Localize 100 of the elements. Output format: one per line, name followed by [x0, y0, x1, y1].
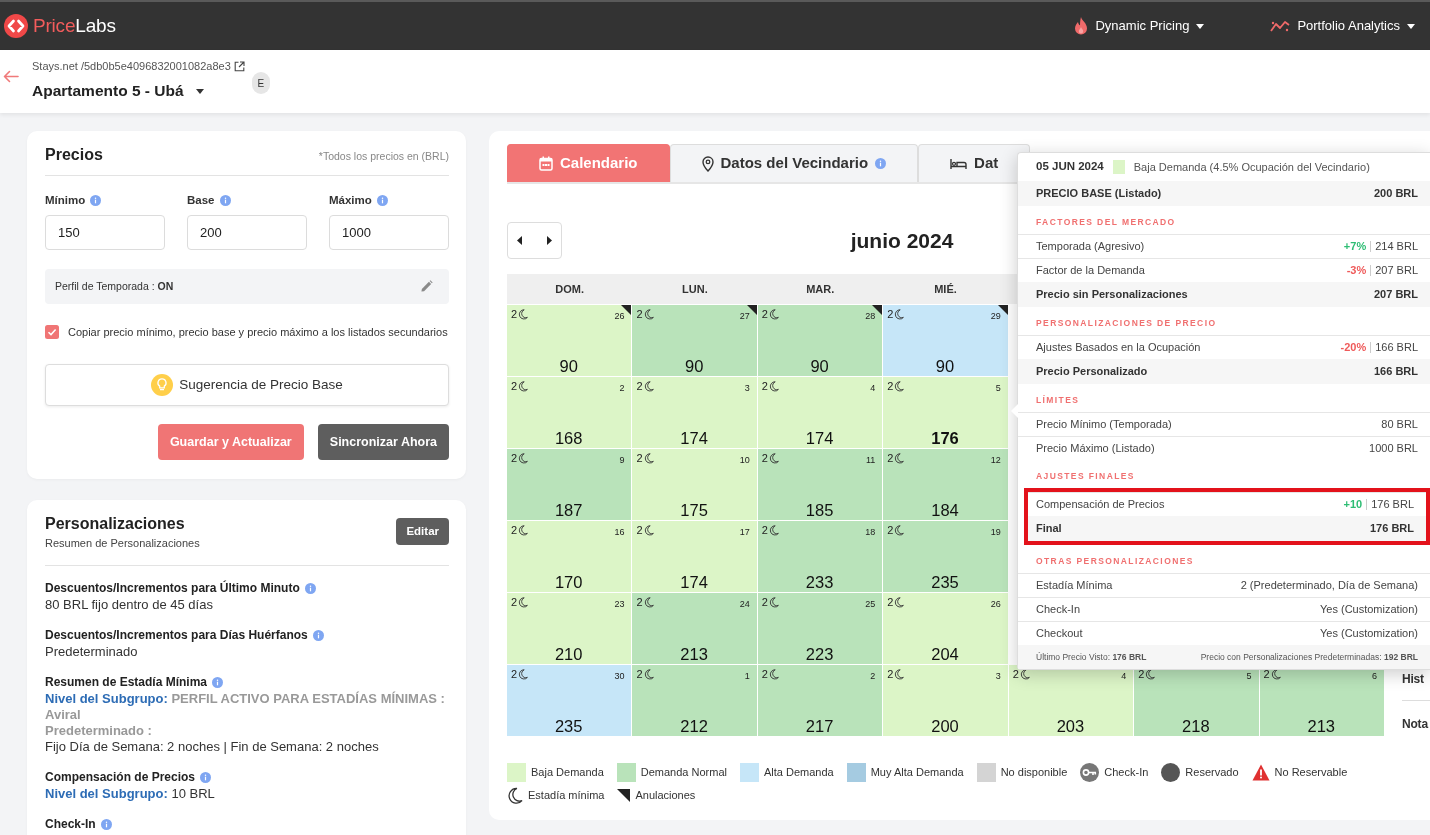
calendar-day-cell[interactable]: 2 3 174 [632, 377, 757, 448]
back-arrow-icon[interactable] [3, 70, 19, 83]
min-stay-label: 2 [636, 308, 643, 321]
setting-value: Nivel del Subgrupo: 10 BRL [45, 786, 216, 802]
moon-icon [643, 309, 654, 320]
caret-icon [1407, 23, 1415, 29]
listing-badge: E [251, 72, 270, 94]
base-price-suggestion-button[interactable]: Sugerencia de Precio Base [45, 364, 449, 406]
min-stay-label: 2 [887, 524, 894, 537]
listing-dropdown[interactable]: Apartamento 5 - Ubá [32, 81, 204, 101]
calendar-day-cell[interactable]: 2 29 90 [883, 305, 1008, 376]
row-label: PRECIO BASE (Listado) [1036, 186, 1162, 202]
calendar-day-cell[interactable]: 2 1 212 [632, 665, 757, 736]
min-stay-label: 2 [1263, 668, 1270, 681]
price-input[interactable]: 150 [45, 215, 165, 250]
calendar-day-cell[interactable]: 2 4 174 [757, 377, 883, 448]
calendar-day-cell[interactable]: 2 3 200 [883, 665, 1008, 736]
legend-label: Alta Demanda [764, 765, 834, 781]
row-label: Factor de la Demanda [1036, 263, 1145, 279]
calendar-day-cell[interactable]: 2 16 170 [507, 521, 632, 592]
row-value: Yes (Customization) [1319, 602, 1418, 618]
day-price: 210 [554, 645, 583, 664]
price-input[interactable]: 200 [187, 215, 307, 250]
moon-icon [643, 597, 654, 608]
tab[interactable]: Datos del Vecindario [669, 144, 919, 182]
calendar-day-cell[interactable]: 2 25 223 [757, 593, 883, 664]
day-price: 187 [554, 501, 583, 520]
setting-title: Descuentos/Incrementos para Días Huérfanos [45, 628, 308, 642]
day-price: 218 [1182, 717, 1210, 736]
demand-label: Baja Demanda (4.5% Ocupación del Vecindario) [1133, 159, 1370, 175]
moon-icon [1145, 669, 1156, 680]
pencil-icon[interactable] [420, 280, 433, 293]
day-number: 4 [870, 383, 876, 394]
calendar-day-cell[interactable]: 2 5 176 [883, 377, 1008, 448]
calendar-day-cell[interactable]: 2 24 213 [632, 593, 757, 664]
moon-icon [518, 525, 529, 536]
card-title: Personalizaciones [45, 514, 186, 534]
calendar-day-cell[interactable]: 2 26 90 [507, 305, 632, 376]
day-price: 90 [559, 357, 578, 376]
nav-menu-button[interactable]: Portfolio Analytics [1270, 16, 1415, 36]
calendar-day-cell[interactable]: 2 26 204 [883, 593, 1008, 664]
legend-label: No Reservable [1274, 765, 1348, 781]
day-price: 235 [554, 717, 583, 736]
calendar-day-cell[interactable]: 2 18 233 [757, 521, 883, 592]
calendar-day-cell[interactable]: 2 10 175 [632, 449, 757, 520]
price-input[interactable]: 1000 [329, 215, 449, 250]
min-stay-label: 2 [636, 380, 643, 393]
calendar-day-cell[interactable]: 2 17 174 [632, 521, 757, 592]
tab[interactable]: Dat [918, 144, 1031, 182]
day-number: 30 [614, 671, 625, 682]
min-stay-label: 2 [511, 524, 518, 537]
info-icon [90, 194, 102, 206]
calendar-day-cell[interactable]: 2 27 90 [632, 305, 757, 376]
moon-icon [768, 309, 779, 320]
action-button[interactable]: Sincronizar Ahora [317, 424, 449, 460]
min-stay-label: 2 [636, 596, 643, 609]
calendar-day-cell[interactable]: 2 23 210 [507, 593, 632, 664]
row-label: Check-In [1036, 602, 1081, 618]
currency-note: *Todos los precios en (BRL) [318, 149, 449, 164]
calendar-day-cell[interactable]: 2 2 217 [757, 665, 883, 736]
calendar-day-cell[interactable]: 2 11 185 [757, 449, 883, 520]
side-section-title: Nota [1402, 716, 1430, 733]
day-number: 23 [614, 599, 625, 610]
edit-button[interactable]: Editar [396, 518, 449, 545]
day-price: 175 [680, 501, 708, 520]
external-link-icon[interactable] [233, 60, 245, 72]
moon-icon [1270, 669, 1281, 680]
calendar-day-cell[interactable]: 2 30 235 [507, 665, 632, 736]
calendar-day-cell[interactable]: 2 9 187 [507, 449, 632, 520]
min-stay-label: 2 [887, 596, 894, 609]
change-percent: +7% [1343, 239, 1367, 255]
calendar-day-cell[interactable]: 2 12 184 [883, 449, 1008, 520]
day-number: 12 [990, 455, 1001, 466]
copy-checkbox[interactable] [45, 325, 59, 339]
weekday-label: DOM. [554, 281, 585, 297]
info-icon [304, 582, 316, 594]
row-value: 207 BRL [1373, 287, 1418, 303]
day-number: 16 [614, 527, 625, 538]
day-price: 185 [805, 501, 834, 520]
setting-title: Descuentos/Incrementos para Último Minuto [45, 581, 300, 595]
min-stay-label: 2 [636, 524, 643, 537]
change-percent: -3% [1346, 263, 1367, 279]
row-label: Compensación de Precios [1036, 497, 1165, 513]
field-label: Mínimo [45, 193, 86, 207]
min-stay-label: 2 [511, 308, 518, 321]
legend-label: Demanda Normal [640, 765, 727, 781]
calendar-day-cell[interactable]: 2 28 90 [757, 305, 883, 376]
calendar-icon [539, 156, 553, 171]
card-subtitle: Resumen de Personalizaciones [45, 536, 200, 550]
nav-menu-button[interactable]: Dynamic Pricing [1074, 16, 1205, 36]
brand-name: PriceLabs [33, 13, 116, 38]
day-price: 168 [554, 429, 583, 448]
calendar-day-cell[interactable]: 2 19 235 [883, 521, 1008, 592]
calendar-day-cell[interactable]: 2 4 203 [1008, 665, 1134, 736]
day-number: 26 [990, 599, 1001, 610]
day-price: 90 [810, 357, 829, 376]
min-stay-label: 2 [636, 452, 643, 465]
change-percent: +10 [1343, 497, 1363, 513]
min-stay-label: 2 [511, 596, 518, 609]
calendar-day-cell[interactable]: 2 2 168 [507, 377, 632, 448]
